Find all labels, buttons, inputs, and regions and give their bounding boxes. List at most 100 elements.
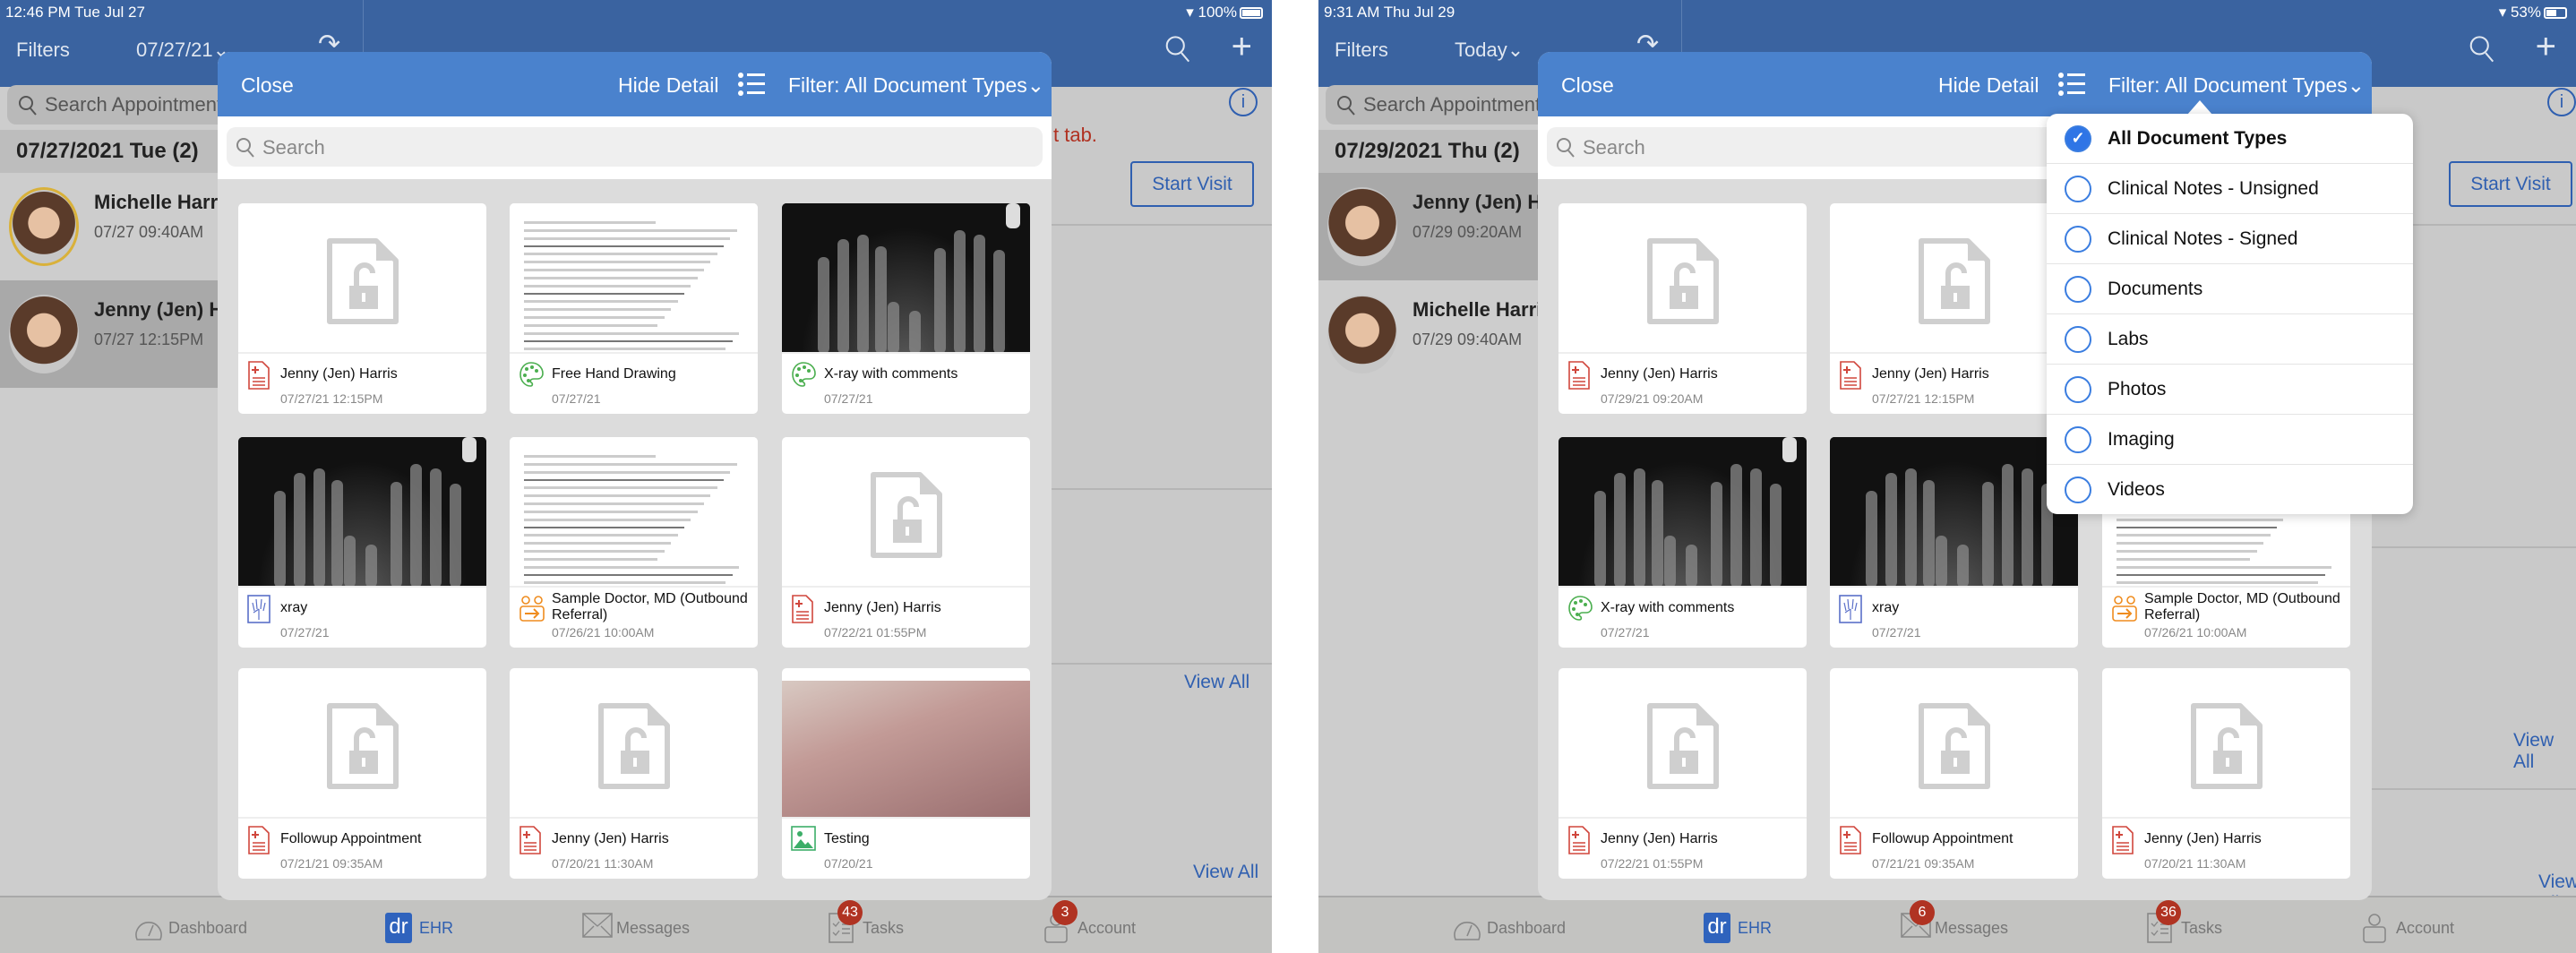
document-date: 07/27/21	[1872, 625, 1921, 640]
divider	[1052, 488, 1272, 490]
add-icon[interactable]: +	[1232, 27, 1252, 67]
info-icon[interactable]: i	[1229, 88, 1258, 116]
document-card[interactable]: Jenny (Jen) Harris 07/27/21 12:15PM	[1830, 203, 2078, 414]
document-card[interactable]: Jenny (Jen) Harris 07/22/21 01:55PM	[1558, 668, 1807, 879]
filter-option[interactable]: Imaging	[2047, 415, 2413, 465]
document-title: Jenny (Jen) Harris	[552, 831, 669, 846]
document-card[interactable]: Jenny (Jen) Harris 07/29/21 09:20AM	[1558, 203, 1807, 414]
document-card[interactable]: Sample Doctor, MD (Outbound Referral) 07…	[510, 437, 758, 648]
close-button[interactable]: Close	[1561, 73, 1614, 98]
checklist-icon: 43	[829, 900, 863, 943]
document-title: Jenny (Jen) Harris	[1601, 366, 1718, 382]
document-card[interactable]: Jenny (Jen) Harris 07/20/21 11:30AM	[2102, 668, 2350, 879]
tab-tasks[interactable]: 36 Tasks	[2147, 900, 2222, 946]
xray-thumbnail	[1830, 437, 2078, 588]
filter-option[interactable]: Labs	[2047, 314, 2413, 365]
filter-option[interactable]: ✓ All Document Types	[2047, 114, 2413, 164]
view-all-link[interactable]: View All	[1184, 672, 1249, 693]
documents-modal: Close Hide Detail Filter: All Document T…	[218, 52, 1052, 900]
document-card[interactable]: Followup Appointment 07/21/21 09:35AM	[238, 668, 486, 879]
pdf-icon	[1567, 826, 1591, 854]
document-date: 07/27/21	[552, 391, 601, 406]
tab-ehr[interactable]: dr EHR	[385, 910, 453, 946]
date-selector[interactable]: Today⌄	[1455, 39, 1524, 62]
document-card[interactable]: xray 07/27/21	[1830, 437, 2078, 648]
document-date: 07/26/21 10:00AM	[552, 625, 655, 640]
close-button[interactable]: Close	[241, 73, 294, 98]
list-view-icon[interactable]	[737, 72, 766, 97]
pdf-icon	[2111, 826, 2134, 854]
checkmark-icon: ✓	[2065, 124, 2091, 152]
radio-icon	[2065, 425, 2091, 453]
filter-option[interactable]: Clinical Notes - Unsigned	[2047, 164, 2413, 214]
document-card[interactable]: Jenny (Jen) Harris 07/22/21 01:55PM	[782, 437, 1030, 648]
document-date: 07/20/21	[824, 856, 873, 871]
document-card[interactable]: X-ray with comments 07/27/21	[1558, 437, 1807, 648]
ipad-screen-right: 9:31 AM Thu Jul 29 ▾ 53% Filters Today⌄ …	[1318, 0, 2576, 953]
document-card[interactable]: Jenny (Jen) Harris 07/27/21 12:15PM	[238, 203, 486, 414]
tab-label: EHR	[1738, 918, 1773, 937]
tab-tasks[interactable]: 43 Tasks	[829, 900, 904, 946]
start-visit-button[interactable]: Start Visit	[2449, 161, 2572, 207]
document-title: Jenny (Jen) Harris	[824, 600, 941, 615]
document-date: 07/22/21 01:55PM	[824, 625, 927, 640]
filter-document-types-button[interactable]: Filter: All Document Types⌄	[788, 73, 1044, 98]
tab-dashboard[interactable]: Dashboard	[1453, 910, 1566, 946]
pdf-icon	[1839, 826, 1862, 854]
list-view-icon[interactable]	[2057, 72, 2086, 97]
avatar	[1327, 187, 1397, 266]
patient-name: Michelle Harris	[1413, 298, 1553, 321]
tab-messages[interactable]: Messages	[582, 910, 690, 946]
referral-icon	[2111, 595, 2137, 623]
pdf-icon	[1839, 361, 1862, 390]
document-card[interactable]: Testing 07/20/21	[782, 668, 1030, 879]
patient-name: Michelle Harris	[94, 191, 235, 213]
tab-ehr[interactable]: dr EHR	[1704, 910, 1772, 946]
search-icon[interactable]	[1164, 34, 1191, 64]
view-all-link[interactable]: View All	[1193, 862, 1258, 883]
filter-option[interactable]: Clinical Notes - Signed	[2047, 214, 2413, 264]
tab-label: Dashboard	[168, 918, 248, 937]
document-date: 07/29/21 09:20AM	[1601, 391, 1704, 406]
hide-detail-button[interactable]: Hide Detail	[1938, 73, 2039, 98]
locked-document-thumbnail	[1558, 203, 1807, 354]
info-icon[interactable]: i	[2547, 88, 2576, 116]
document-card[interactable]: Jenny (Jen) Harris 07/20/21 11:30AM	[510, 668, 758, 879]
view-all-link[interactable]: View All	[2513, 730, 2576, 773]
locked-document-thumbnail	[782, 437, 1030, 588]
add-icon[interactable]: +	[2536, 27, 2556, 67]
locked-document-thumbnail	[510, 668, 758, 819]
filter-document-types-button[interactable]: Filter: All Document Types⌄	[2108, 73, 2365, 98]
xray-icon	[1839, 595, 1862, 623]
tab-dashboard[interactable]: Dashboard	[134, 910, 247, 946]
date-selector[interactable]: 07/27/21⌄	[136, 39, 229, 62]
tab-label: Account	[2396, 918, 2455, 937]
document-card[interactable]: X-ray with comments 07/27/21	[782, 203, 1030, 414]
divider	[2370, 546, 2576, 548]
filter-option[interactable]: Documents	[2047, 264, 2413, 314]
xray-thumbnail	[238, 437, 486, 588]
document-search-input[interactable]: Search	[227, 127, 1043, 167]
document-card[interactable]: Free Hand Drawing 07/27/21	[510, 203, 758, 414]
document-card[interactable]: xray 07/27/21	[238, 437, 486, 648]
document-title: X-ray with comments	[1601, 600, 1735, 615]
filter-option[interactable]: Videos	[2047, 465, 2413, 515]
locked-document-thumbnail	[1830, 203, 2078, 354]
tab-account[interactable]: 3 Account	[1043, 900, 1136, 946]
tab-account[interactable]: Account	[2362, 910, 2454, 946]
start-visit-button[interactable]: Start Visit	[1130, 161, 1254, 207]
hide-detail-button[interactable]: Hide Detail	[618, 73, 719, 98]
filter-option[interactable]: Photos	[2047, 365, 2413, 415]
notice-text: t tab.	[1053, 124, 1097, 146]
tab-messages[interactable]: 6 Messages	[1901, 900, 2008, 946]
search-icon[interactable]	[2469, 34, 2495, 64]
radio-icon	[2065, 225, 2091, 253]
filters-button[interactable]: Filters	[16, 39, 70, 62]
appointment-time: 07/29 09:20AM	[1413, 223, 1523, 241]
filter-dropdown: ✓ All Document Types Clinical Notes - Unsi…	[2047, 114, 2413, 514]
wifi-icon: ▾	[2498, 4, 2511, 21]
document-card[interactable]: Followup Appointment 07/21/21 09:35AM	[1830, 668, 2078, 879]
checklist-icon: 36	[2147, 900, 2181, 943]
xray-thumbnail	[782, 203, 1030, 354]
filters-button[interactable]: Filters	[1335, 39, 1388, 62]
